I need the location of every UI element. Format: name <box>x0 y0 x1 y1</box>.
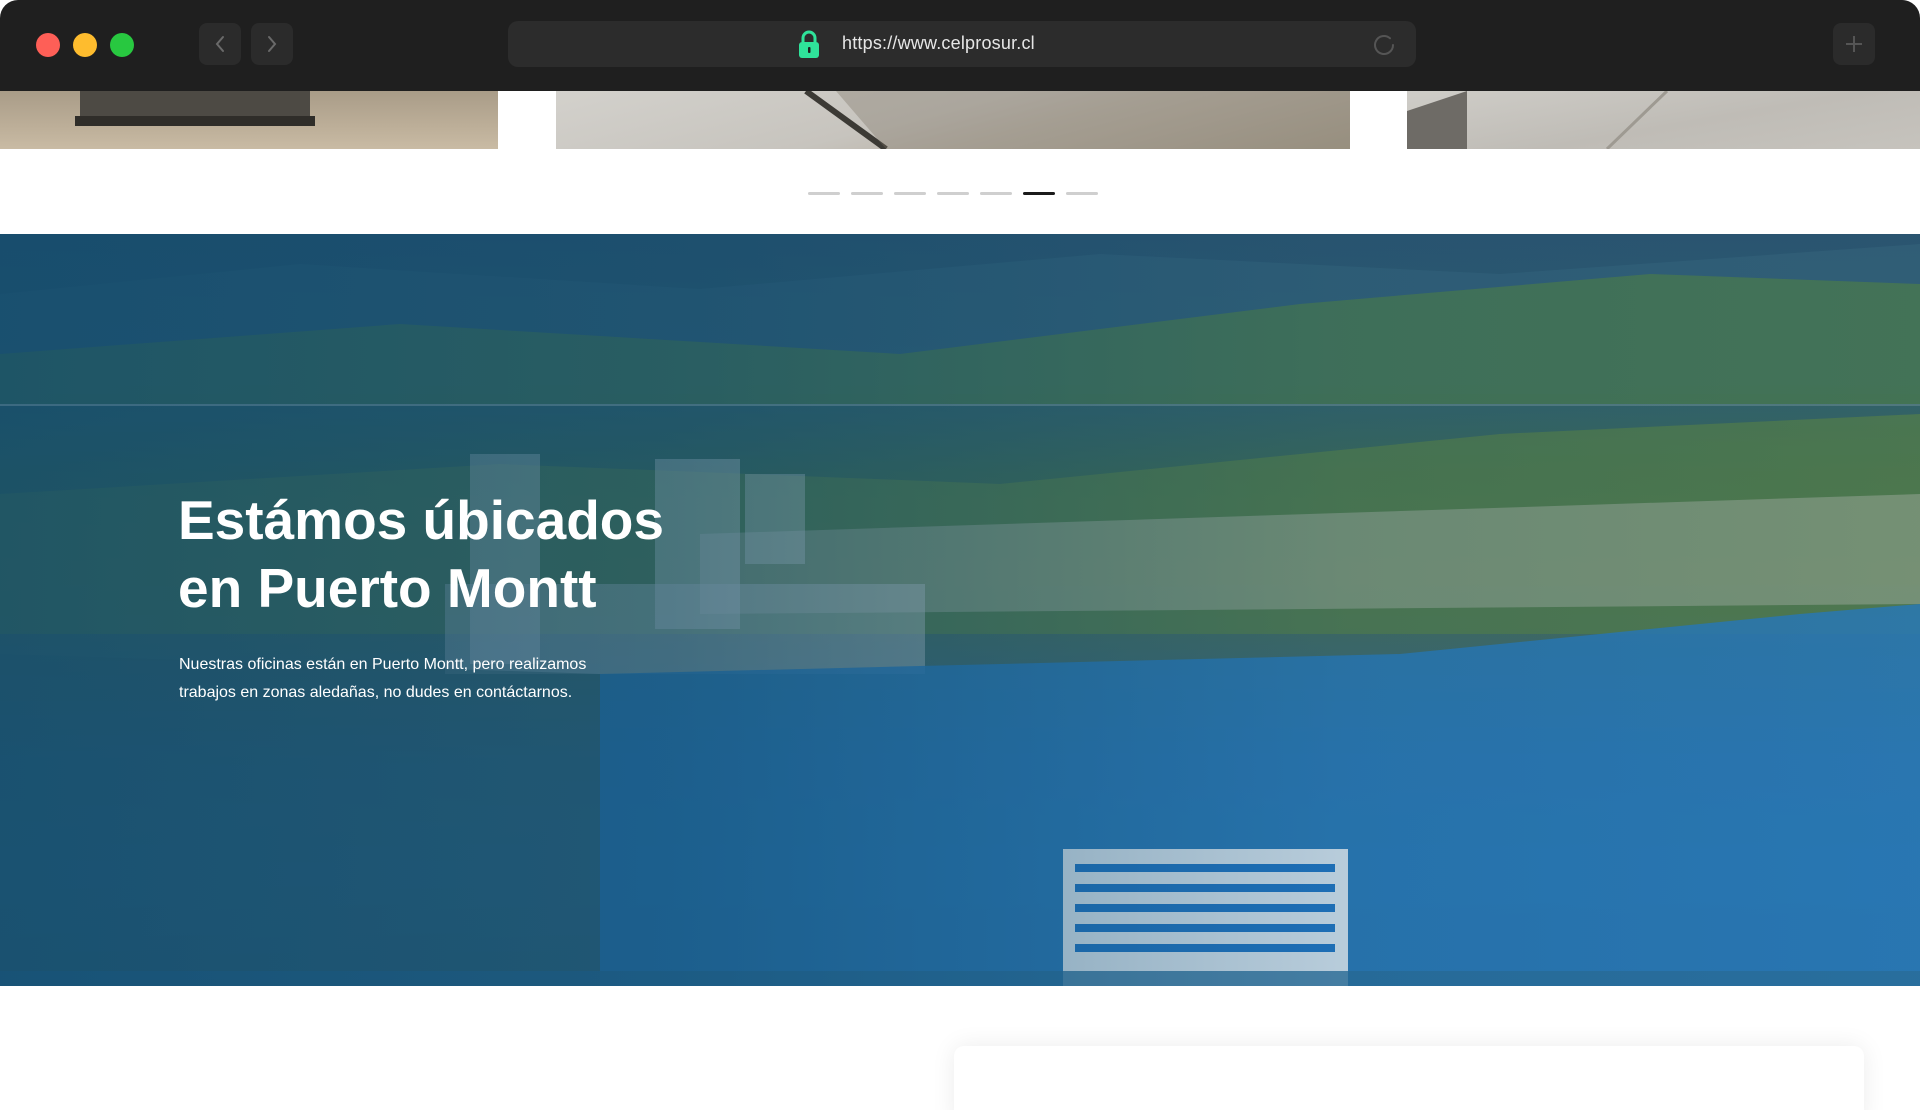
address-bar[interactable]: https://www.celprosur.cl <box>508 21 1416 67</box>
carousel-dot-active[interactable] <box>1023 192 1055 195</box>
hero-divider <box>0 404 1920 406</box>
gallery-image[interactable] <box>1407 91 1920 149</box>
chevron-left-icon <box>215 36 224 52</box>
hero-title: Estámos úbicados en Puerto Montt <box>178 486 798 622</box>
close-window-button[interactable] <box>36 33 60 57</box>
carousel-dot[interactable] <box>808 192 840 195</box>
contact-card <box>954 1046 1864 1110</box>
minimize-window-button[interactable] <box>73 33 97 57</box>
hero-description: Nuestras oficinas están en Puerto Montt,… <box>179 656 587 701</box>
carousel-dot[interactable] <box>851 192 883 195</box>
lock-icon <box>799 30 819 58</box>
gallery-image[interactable] <box>0 91 498 149</box>
chevron-right-icon <box>268 36 277 52</box>
carousel-dot[interactable] <box>980 192 1012 195</box>
hero-title-line-2: en Puerto Montt <box>178 557 597 619</box>
gallery-image[interactable] <box>556 91 1350 149</box>
url-text: https://www.celprosur.cl <box>842 33 1035 53</box>
carousel-pagination <box>808 192 1098 195</box>
maximize-window-button[interactable] <box>110 33 134 57</box>
project-gallery-carousel <box>0 91 1920 149</box>
browser-window: https://www.celprosur.cl Estámos úbicado… <box>0 0 1920 1110</box>
location-hero-section: Estámos úbicados en Puerto Montt Nuestra… <box>0 234 1920 986</box>
carousel-dot[interactable] <box>894 192 926 195</box>
back-button[interactable] <box>199 23 241 65</box>
plus-icon <box>1846 36 1862 52</box>
browser-toolbar: https://www.celprosur.cl <box>0 0 1920 91</box>
carousel-dot[interactable] <box>1066 192 1098 195</box>
carousel-dot[interactable] <box>937 192 969 195</box>
new-tab-button[interactable] <box>1833 23 1875 65</box>
hero-title-line-1: Estámos úbicados <box>178 489 664 551</box>
forward-button[interactable] <box>251 23 293 65</box>
reload-icon[interactable] <box>1370 31 1398 59</box>
